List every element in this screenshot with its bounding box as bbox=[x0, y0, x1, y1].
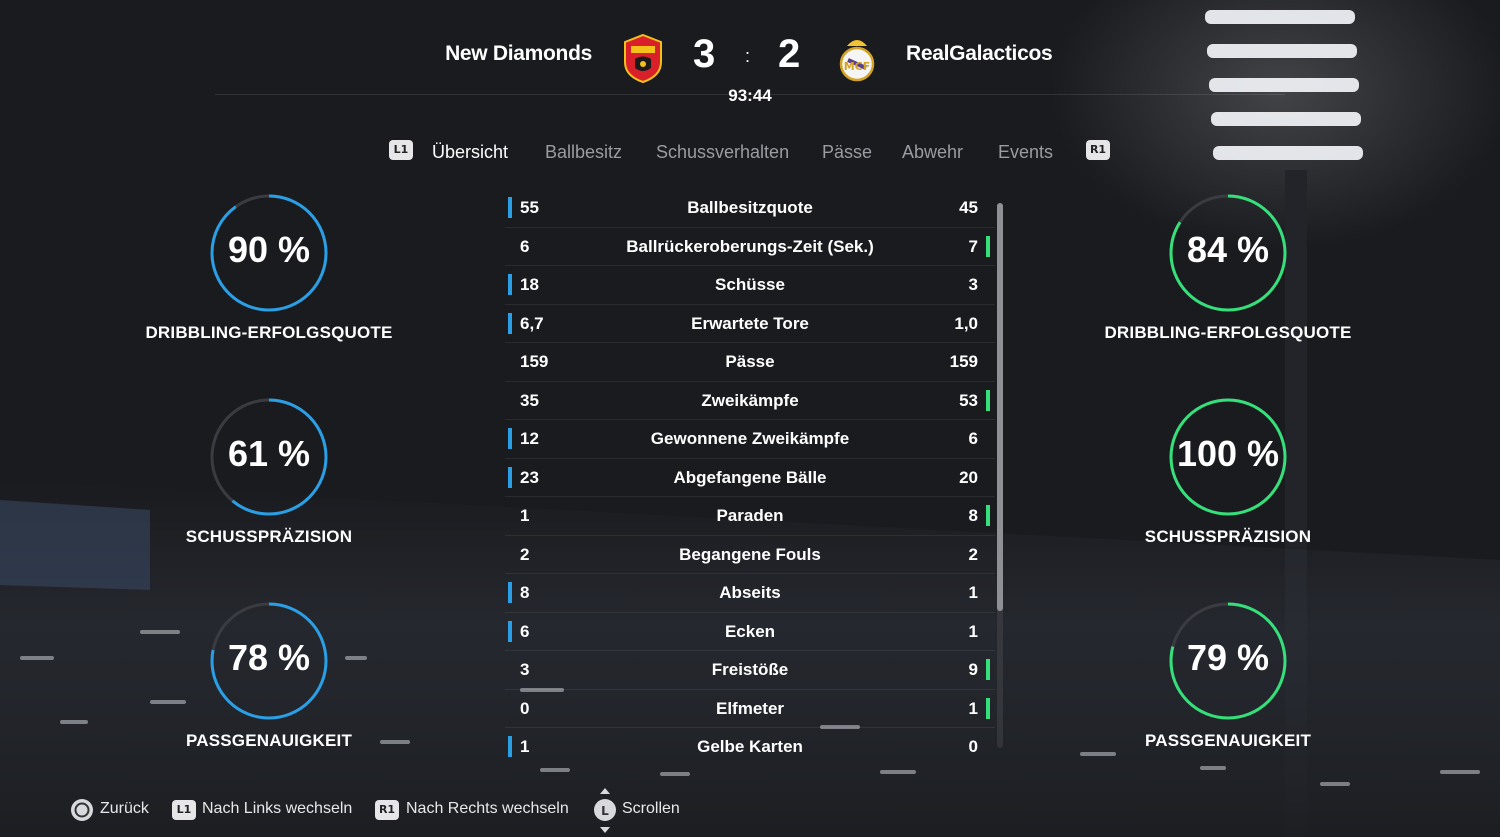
stat-row: 23 Abgefangene Bälle 20 bbox=[505, 459, 995, 497]
stats-table[interactable]: 55 Ballbesitzquote 45 6 Ballrückeroberungs-Z… bbox=[505, 189, 995, 764]
stat-row: 1 Paraden 8 bbox=[505, 497, 995, 536]
stat-name: Freistöße bbox=[711, 660, 789, 679]
l1-button-icon: L1 bbox=[172, 800, 196, 820]
switch-left-hint[interactable]: Nach Links wechseln bbox=[202, 800, 352, 818]
tab-shooting[interactable]: Schussverhalten bbox=[656, 142, 789, 163]
away-stat-value: 45 bbox=[959, 198, 978, 217]
ring-label: DRIBBLING-ERFOLGSQUOTE bbox=[145, 323, 393, 342]
stat-row: 2 Begangene Fouls 2 bbox=[505, 536, 995, 574]
stat-name: Zweikämpfe bbox=[701, 390, 799, 410]
stat-row: 8 Abseits 1 bbox=[505, 574, 995, 613]
manchester-united-crest-icon bbox=[624, 33, 662, 84]
ring-value: 78 % bbox=[227, 637, 311, 678]
stat-name: Erwartete Tore bbox=[691, 313, 809, 333]
stat-row: 3 Freistöße 9 bbox=[505, 651, 995, 690]
ring-value: 79 % bbox=[1186, 637, 1270, 678]
ring-value: 90 % bbox=[227, 229, 311, 270]
tab-passes[interactable]: Pässe bbox=[822, 142, 872, 163]
away-stat-value: 53 bbox=[959, 390, 978, 410]
circle-button-icon bbox=[71, 799, 93, 821]
stat-row: 6 Ballrückeroberungs-Zeit (Sek.) 7 bbox=[505, 228, 995, 266]
away-stat-value: 20 bbox=[959, 467, 978, 487]
stat-name: Gelbe Karten bbox=[697, 737, 803, 756]
tab-possession[interactable]: Ballbesitz bbox=[545, 142, 622, 163]
stat-name: Abseits bbox=[719, 583, 781, 602]
stat-name: Ballrückeroberungs-Zeit (Sek.) bbox=[626, 236, 874, 256]
r1-button-icon: R1 bbox=[375, 800, 399, 820]
tab-events[interactable]: Events bbox=[998, 142, 1053, 163]
stat-row: 12 Gewonnene Zweikämpfe 6 bbox=[505, 420, 995, 459]
match-header: New Diamonds 3 : 2 MCF RealGalacticos 93… bbox=[0, 28, 1500, 108]
away-stat-value: 0 bbox=[968, 737, 978, 756]
stat-name: Paraden bbox=[716, 506, 784, 525]
ring-label: SCHUSSPRÄZISION bbox=[1144, 527, 1312, 546]
stat-row: 6,7 Erwartete Tore 1,0 bbox=[505, 305, 995, 343]
away-stat-value: 159 bbox=[949, 352, 978, 371]
r1-shoulder-icon[interactable]: R1 bbox=[1086, 140, 1110, 160]
ring-value: 61 % bbox=[227, 433, 311, 474]
stat-row: 35 Zweikämpfe 53 bbox=[505, 382, 995, 420]
left-stick-icon: L bbox=[594, 788, 616, 833]
away-stat-value: 1 bbox=[968, 621, 978, 641]
stat-row: 55 Ballbesitzquote 45 bbox=[505, 189, 995, 228]
tab-overview[interactable]: Übersicht bbox=[432, 142, 508, 163]
home-score: 3 bbox=[693, 32, 716, 76]
left-stick-glyph: L bbox=[601, 804, 609, 818]
away-team-name: RealGalacticos bbox=[906, 42, 1053, 65]
away-stat-value: 8 bbox=[968, 506, 978, 525]
score-separator: : bbox=[745, 46, 751, 66]
scrollbar[interactable] bbox=[997, 203, 1003, 748]
ring-label: PASSGENAUIGKEIT bbox=[185, 731, 353, 750]
tab-defense[interactable]: Abwehr bbox=[902, 142, 963, 163]
ring-label: DRIBBLING-ERFOLGSQUOTE bbox=[1104, 323, 1352, 342]
stats-tabs: L1 Übersicht Ballbesitz Schussverhalten … bbox=[0, 138, 1500, 168]
away-stat-value: 2 bbox=[968, 544, 978, 564]
away-stat-value: 1,0 bbox=[954, 313, 978, 333]
stat-name: Ballbesitzquote bbox=[687, 198, 813, 217]
stat-row: 6 Ecken 1 bbox=[505, 613, 995, 651]
svg-text:MCF: MCF bbox=[844, 60, 871, 73]
stat-name: Gewonnene Zweikämpfe bbox=[650, 429, 850, 448]
away-stat-value: 1 bbox=[968, 583, 978, 602]
real-madrid-crest-icon: MCF bbox=[839, 40, 875, 82]
stat-name: Schüsse bbox=[715, 275, 785, 294]
ring-label: SCHUSSPRÄZISION bbox=[185, 527, 353, 546]
scroll-hint[interactable]: Scrollen bbox=[622, 800, 680, 818]
away-stat-value: 1 bbox=[968, 698, 978, 718]
stat-name: Abgefangene Bälle bbox=[673, 467, 827, 487]
match-time: 93:44 bbox=[728, 86, 772, 105]
ring-value: 84 % bbox=[1186, 229, 1270, 270]
stat-name: Elfmeter bbox=[715, 698, 785, 718]
away-score: 2 bbox=[778, 32, 801, 76]
away-stat-value: 7 bbox=[968, 236, 978, 256]
ring-value: 100 % bbox=[1176, 433, 1280, 474]
back-hint[interactable]: Zurück bbox=[100, 800, 149, 818]
stat-name: Ecken bbox=[724, 621, 776, 641]
stat-row: 1 Gelbe Karten 0 bbox=[505, 728, 995, 764]
stat-name: Begangene Fouls bbox=[679, 544, 821, 564]
ring-label: PASSGENAUIGKEIT bbox=[1144, 731, 1312, 750]
away-stat-value: 9 bbox=[968, 660, 978, 679]
stat-row: 0 Elfmeter 1 bbox=[505, 690, 995, 728]
l1-shoulder-icon[interactable]: L1 bbox=[389, 140, 413, 160]
scrollbar-thumb[interactable] bbox=[997, 203, 1003, 611]
button-hints: Zurück L1 Nach Links wechseln R1 Nach Re… bbox=[0, 788, 1500, 833]
switch-right-hint[interactable]: Nach Rechts wechseln bbox=[406, 800, 569, 818]
away-stat-value: 6 bbox=[968, 429, 978, 448]
stat-row: 18 Schüsse 3 bbox=[505, 266, 995, 305]
stat-name: Pässe bbox=[725, 352, 775, 371]
stat-row: 159 Pässe 159 bbox=[505, 343, 995, 382]
away-stat-value: 3 bbox=[968, 275, 978, 294]
home-team-name: New Diamonds bbox=[445, 42, 592, 65]
